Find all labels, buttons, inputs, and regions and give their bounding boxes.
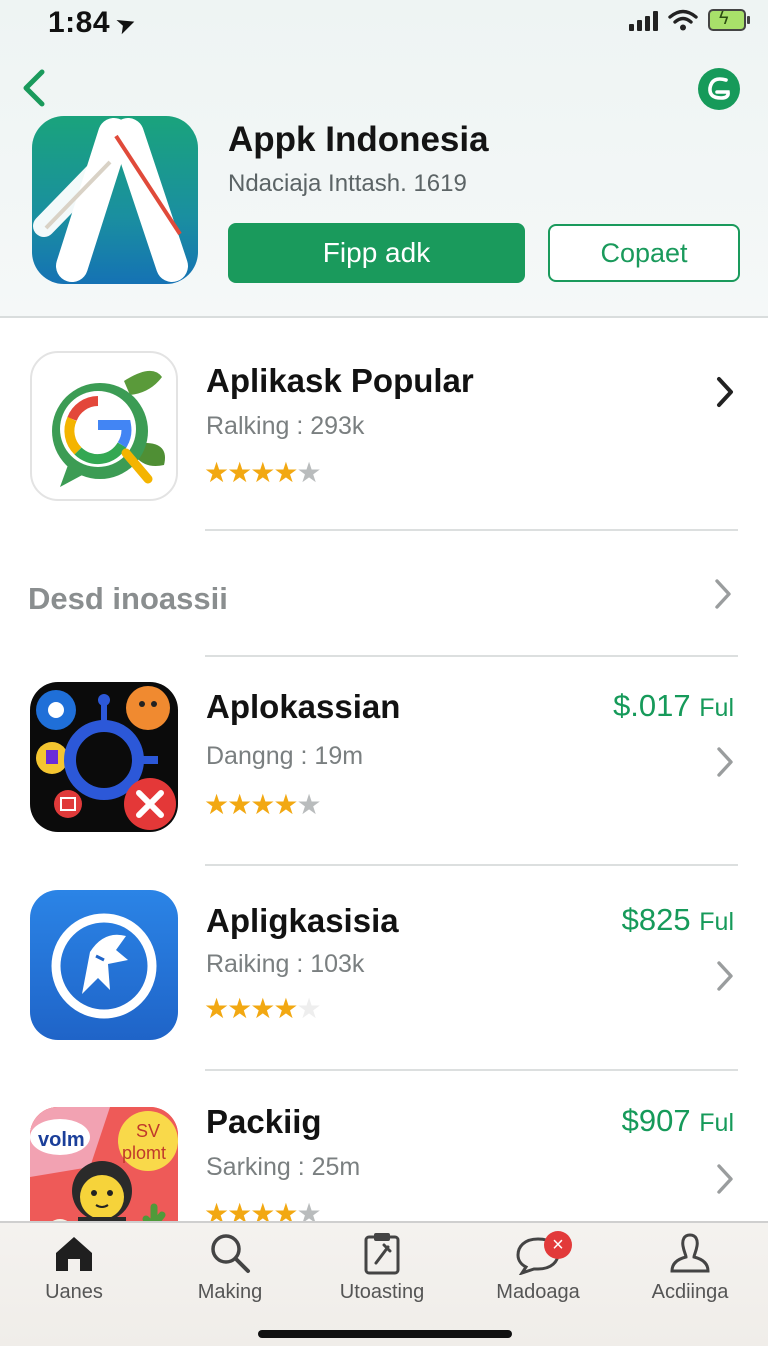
star-icon: ★ <box>273 789 298 820</box>
app-subtitle: Ndaciaja Inttash. 1619 <box>228 170 467 197</box>
price-suffix: Ful <box>699 908 734 936</box>
featured-app-meta: Ralking : 293k <box>206 412 365 440</box>
share-button[interactable] <box>698 68 740 110</box>
tab-bar: Uanes Making Utoasting × Madoaga Acdiing… <box>0 1221 768 1346</box>
app-title: Appk Indonesia <box>228 120 489 159</box>
app-row-icon <box>30 890 178 1040</box>
app-meta: Sarking : 25m <box>206 1153 361 1181</box>
rating-stars: ★★★★★ <box>204 788 322 821</box>
star-icon: ★ <box>250 457 275 488</box>
status-bar: 1:84➤ ϟ <box>0 0 768 48</box>
star-icon: ★ <box>227 789 252 820</box>
battery-icon: ϟ <box>708 8 750 31</box>
app-price: $825 Ful <box>622 902 734 938</box>
featured-app-row[interactable]: Aplikask Popular Ralking : 293k ★★★★★ <box>0 318 768 530</box>
app-meta: Raiking : 103k <box>206 950 365 978</box>
star-icon: ★ <box>204 457 229 488</box>
tab-updates[interactable]: Utoasting <box>312 1231 452 1304</box>
app-row-icon <box>30 682 178 832</box>
star-icon: ★ <box>204 789 229 820</box>
tab-label: Acdiinga <box>651 1281 729 1303</box>
tab-label: Uanes <box>45 1281 103 1303</box>
clipboard-icon <box>364 1233 400 1275</box>
icon-bubble-sv: SV <box>136 1121 160 1141</box>
wifi-icon <box>668 9 698 31</box>
person-icon <box>670 1233 710 1273</box>
app-hero-icon <box>32 116 198 284</box>
chevron-right-icon[interactable] <box>714 958 736 994</box>
chevron-right-icon[interactable] <box>714 374 736 410</box>
chevron-right-icon[interactable] <box>714 1161 736 1197</box>
app-meta: Dangng : 19m <box>206 742 364 770</box>
star-icon: ★ <box>273 457 298 488</box>
home-indicator[interactable] <box>258 1330 512 1338</box>
app-row-icon: volm SV plomt <box>30 1107 178 1221</box>
app-name: Apligkasisia <box>206 902 399 939</box>
star-empty-icon: ★ <box>296 457 321 488</box>
app-row[interactable]: volm SV plomt Packiig Sarking : 25m ★★★★… <box>0 1073 768 1221</box>
star-icon: ★ <box>273 1198 298 1221</box>
secondary-action-button[interactable]: Copaet <box>548 224 740 282</box>
divider <box>205 655 738 657</box>
star-icon: ★ <box>204 1198 229 1221</box>
price-suffix: Ful <box>699 1109 734 1137</box>
back-chevron-icon[interactable] <box>18 66 50 110</box>
tab-label: Madoaga <box>496 1281 580 1303</box>
star-icon: ★ <box>204 993 229 1024</box>
star-icon: ★ <box>227 1198 252 1221</box>
app-price: $.017 Ful <box>613 688 734 724</box>
app-name: Packiig <box>206 1103 322 1140</box>
rating-stars: ★★★★★ <box>204 992 322 1025</box>
section-chevron-right-icon[interactable] <box>712 576 734 612</box>
star-empty-icon: ★ <box>296 789 321 820</box>
home-icon <box>56 1237 92 1271</box>
share-circle-icon <box>708 77 730 100</box>
star-empty-icon: ★ <box>296 1198 321 1221</box>
google-lens-app-icon <box>30 351 178 501</box>
star-icon: ★ <box>250 993 275 1024</box>
signal-icon <box>629 9 658 31</box>
star-empty-icon: ★ <box>296 993 321 1024</box>
price-suffix: Ful <box>699 694 734 722</box>
app-name: Aplokassian <box>206 688 401 725</box>
divider <box>205 529 738 531</box>
search-icon <box>211 1234 250 1273</box>
tab-messages[interactable]: × Madoaga <box>468 1231 608 1304</box>
rating-stars: ★★★★★ <box>204 1197 322 1221</box>
app-row[interactable]: Apligkasisia Raiking : 103k ★★★★★ $825 F… <box>0 868 768 1070</box>
primary-action-button[interactable]: Fipp adk <box>228 223 525 283</box>
icon-bubble-plomt: plomt <box>122 1143 166 1163</box>
app-price: $907 Ful <box>622 1103 734 1139</box>
app-header: 1:84➤ ϟ Appk Indonesia Ndaciaja Inttash.… <box>0 0 768 318</box>
app-row[interactable]: Aplokassian Dangng : 19m ★★★★★ $.017 Ful <box>0 660 768 864</box>
star-icon: ★ <box>227 993 252 1024</box>
tab-search[interactable]: Making <box>160 1231 300 1304</box>
tab-label: Making <box>197 1281 263 1303</box>
price-value: $825 <box>621 902 691 937</box>
featured-app-name: Aplikask Popular <box>206 362 474 399</box>
star-icon: ★ <box>273 993 298 1024</box>
location-arrow-icon: ➤ <box>112 8 141 41</box>
notification-badge: × <box>544 1231 572 1259</box>
chevron-right-icon[interactable] <box>714 744 736 780</box>
price-value: $907 <box>621 1103 691 1138</box>
star-icon: ★ <box>227 457 252 488</box>
icon-bubble-volm: volm <box>38 1129 85 1151</box>
section-title[interactable]: Desd inoassii <box>28 581 228 617</box>
price-value: $.017 <box>613 688 691 723</box>
tab-account[interactable]: Acdiinga <box>620 1231 760 1304</box>
featured-rating-stars: ★★★★★ <box>204 456 322 489</box>
tab-home[interactable]: Uanes <box>4 1231 144 1304</box>
tab-label: Utoasting <box>339 1281 425 1303</box>
divider <box>205 864 738 866</box>
status-time: 1:84 <box>48 6 111 39</box>
star-icon: ★ <box>250 789 275 820</box>
star-icon: ★ <box>250 1198 275 1221</box>
divider <box>205 1069 738 1071</box>
